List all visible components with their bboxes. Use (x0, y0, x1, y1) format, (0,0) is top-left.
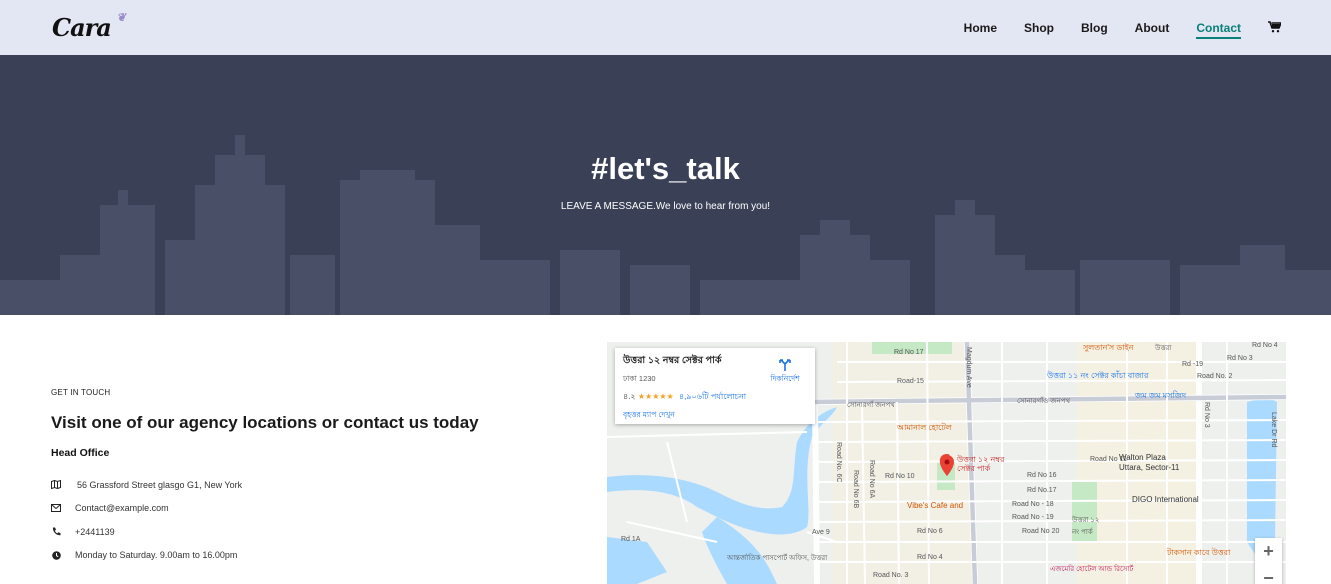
map-label: Walton Plaza (1119, 453, 1166, 462)
list-item: +2441139 (51, 520, 571, 544)
map-place-card: উত্তরা ১২ নম্বর সেক্টর পার্ক ঢাকা 1230 ৪… (615, 348, 815, 424)
hours-text: Monday to Saturday. 9.00am to 16.00pm (75, 550, 238, 561)
cart-icon (1268, 20, 1281, 32)
office-title: Head Office (51, 447, 110, 459)
map-label: এজমেরি হোটেল আন্ড রিসোর্ট (1050, 566, 1134, 573)
phone-icon (51, 527, 61, 537)
map-label: Rd -19 (1182, 361, 1204, 368)
zoom-out-button[interactable]: − (1255, 565, 1282, 584)
hero-subtitle: LEAVE A MESSAGE.We love to hear from you… (560, 201, 771, 212)
map-label: Rd No 6 (917, 528, 943, 535)
cart-link[interactable] (1268, 20, 1281, 35)
clock-icon (51, 550, 61, 560)
map-label: Rd No 17 (894, 349, 924, 356)
map-icon (51, 480, 61, 490)
map-zoom-controls: + − (1255, 538, 1282, 584)
map-label: Rd No 4 (1252, 342, 1278, 349)
map-label: সুলতান'স ডাইন (1083, 343, 1134, 352)
map-label: Rd No 4 (917, 554, 943, 561)
larger-map-link[interactable]: বৃহত্তর ম্যাপ দেখুন (623, 410, 807, 422)
reviews-link[interactable]: ৪,৯০৬টি পর্যালোচনা (679, 392, 746, 401)
map-label: Rd No.17 (1027, 487, 1057, 494)
address-text: 56 Grassford Street glasgo G1, New York (77, 479, 243, 490)
nav-shop-link[interactable]: Shop (1024, 21, 1054, 35)
logo-sprig-icon: ❦ (116, 11, 126, 24)
nav-contact-link[interactable]: Contact (1196, 20, 1241, 39)
map-label: Uttara, Sector-11 (1119, 463, 1180, 472)
contact-info-list: 56 Grassford Street glasgo G1, New York … (51, 473, 571, 567)
nav-blog-link[interactable]: Blog (1081, 21, 1108, 35)
map-label: Road No. 3 (873, 572, 909, 579)
map-label: Magdum Ave (965, 347, 972, 388)
nav-home-link[interactable]: Home (964, 21, 997, 35)
map-label: Road No - 19 (1012, 514, 1054, 521)
map-label: আন্তর্জাতিক পাসপোর্ট অফিস, উত্তরা (727, 555, 828, 562)
map-label: উত্তরা ১২ নং পার্ক (1072, 517, 1100, 536)
map-label: Lake Dr Rd (1270, 412, 1277, 448)
contact-details: GET IN TOUCH Visit one of our agency loc… (51, 388, 571, 567)
map-label: Road No. 6C (835, 442, 842, 483)
envelope-icon (51, 503, 61, 513)
phone-text[interactable]: +2441139 (75, 527, 115, 537)
contact-heading: Visit one of our agency locations or con… (51, 413, 479, 432)
place-rating: ৪.২ ★★★★★ ৪,৯০৬টি পর্যালোচনা (623, 391, 807, 404)
map-label: Rd No 10 (885, 473, 915, 480)
map-embed[interactable]: Rd No 17 Road-15 Magdum Ave Road No. 6C … (607, 342, 1286, 584)
directions-label: দিকনির্দেশ (770, 374, 800, 383)
map-label: সোনারগাঁ জনপথ (847, 402, 895, 409)
kicker-text: GET IN TOUCH (51, 388, 111, 397)
map-label: Road No - 18 (1012, 501, 1054, 508)
map-label: Rd No 3 (1203, 402, 1210, 428)
nav-about-link[interactable]: About (1135, 21, 1170, 35)
map-label: আমানাল হোটেল (897, 423, 952, 432)
map-label: Rd No 16 (1027, 472, 1057, 479)
map-label: টাকসান কাবে উত্তরা (1167, 548, 1231, 557)
map-label: DIGO International (1132, 495, 1199, 504)
hero-title: #let's_talk (591, 151, 740, 186)
map-label: উত্তরা ১১ নং সেক্টর কাঁচা বাজার (1047, 371, 1149, 380)
main-menu: Home Shop Blog About Contact (937, 19, 1281, 39)
map-label: জম জম মসজিদ (1135, 391, 1187, 400)
directions-icon (779, 359, 791, 371)
list-item: 56 Grassford Street glasgo G1, New York (51, 473, 571, 497)
map-label: Road No. 2 (1197, 373, 1233, 380)
rating-value: ৪.২ (623, 392, 636, 401)
map-label: উত্তরা (1155, 345, 1172, 352)
map-label: Road-15 (897, 378, 924, 385)
logo[interactable]: Cara ❦ (52, 11, 126, 42)
email-text[interactable]: Contact@example.com (75, 503, 169, 513)
directions-button[interactable]: দিকনির্দেশ (765, 358, 805, 386)
list-item: Contact@example.com (51, 497, 571, 521)
hero-text: #let's_talk LEAVE A MESSAGE.We love to h… (0, 55, 1331, 212)
zoom-in-button[interactable]: + (1255, 538, 1282, 565)
map-label: Road No 20 (1022, 528, 1060, 535)
map-label: Rd 1A (621, 536, 641, 543)
map-label: Ave 9 (812, 529, 830, 536)
map-label: Road No 6A (868, 460, 875, 499)
list-item: Monday to Saturday. 9.00am to 16.00pm (51, 544, 571, 568)
site-header: Cara ❦ Home Shop Blog About Contact (0, 0, 1331, 55)
map-label: Road No 6B (852, 470, 859, 509)
hero-banner: #let's_talk LEAVE A MESSAGE.We love to h… (0, 55, 1331, 315)
map-label: Vibe's Cafe and (907, 501, 964, 510)
map-label: Rd No 3 (1227, 355, 1253, 362)
star-rating-icon: ★★★★★ (637, 392, 674, 401)
map-label: উত্তরা ১২ নম্বর সেক্টর পার্ক (957, 455, 1005, 473)
map-label: সোনারগাঁও জনপথ (1017, 398, 1070, 405)
